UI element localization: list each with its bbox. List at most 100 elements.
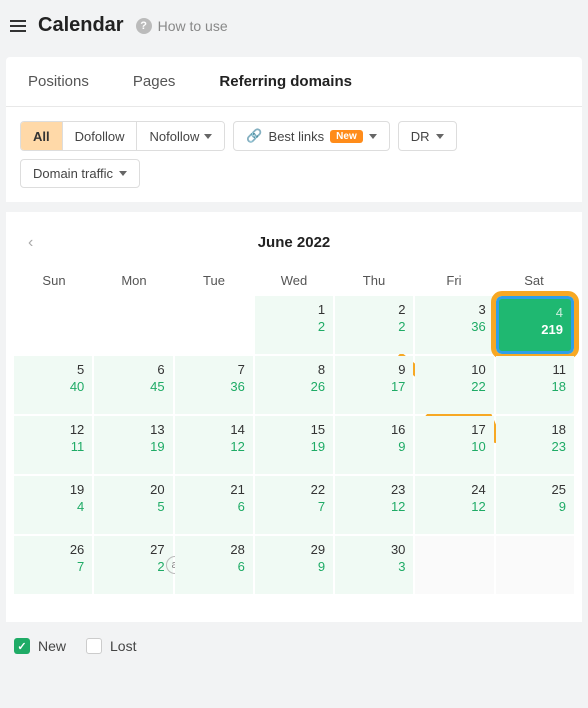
day-value: 7 bbox=[255, 499, 325, 514]
day-value: 36 bbox=[175, 379, 245, 394]
day-number: 27 bbox=[94, 542, 164, 557]
calendar-cell[interactable]: 2312 bbox=[335, 476, 413, 534]
domain-traffic-button[interactable]: Domain traffic bbox=[20, 159, 140, 188]
calendar-cell[interactable]: 22 bbox=[335, 296, 413, 354]
day-number: 19 bbox=[14, 482, 84, 497]
calendar-cell[interactable]: 1319 bbox=[94, 416, 172, 474]
dayname: Thu bbox=[334, 265, 414, 296]
menu-icon[interactable] bbox=[10, 20, 26, 32]
calendar-cell[interactable]: 540 bbox=[14, 356, 92, 414]
day-number: 25 bbox=[496, 482, 566, 497]
day-value: 9 bbox=[335, 439, 405, 454]
legend-new[interactable]: New bbox=[14, 638, 66, 654]
tabs: Positions Pages Referring domains bbox=[6, 57, 582, 107]
help-label: How to use bbox=[158, 18, 228, 34]
calendar-cell[interactable]: 736 bbox=[175, 356, 253, 414]
day-value: 12 bbox=[335, 499, 405, 514]
calendar-cell[interactable]: 169 bbox=[335, 416, 413, 474]
calendar-cell[interactable]: 227 bbox=[255, 476, 333, 534]
dayname: Tue bbox=[174, 265, 254, 296]
day-value: 9 bbox=[496, 499, 566, 514]
legend-new-label: New bbox=[38, 638, 66, 654]
calendar-cell[interactable]: 272a bbox=[94, 536, 172, 594]
dr-button[interactable]: DR bbox=[398, 121, 457, 151]
day-value: 5 bbox=[94, 499, 164, 514]
calendar-cell[interactable]: 267 bbox=[14, 536, 92, 594]
link-icon: 🔗 bbox=[246, 128, 262, 144]
day-number: 5 bbox=[14, 362, 84, 377]
day-number: 2 bbox=[335, 302, 405, 317]
calendar-cell[interactable]: 259 bbox=[496, 476, 574, 534]
filter-nofollow-label: Nofollow bbox=[149, 129, 199, 144]
day-value: 6 bbox=[175, 559, 245, 574]
legend-lost[interactable]: Lost bbox=[86, 638, 136, 654]
calendar-cell[interactable]: 303 bbox=[335, 536, 413, 594]
day-number: 16 bbox=[335, 422, 405, 437]
tab-positions[interactable]: Positions bbox=[6, 57, 111, 106]
day-value: 2 bbox=[335, 319, 405, 334]
chevron-down-icon bbox=[436, 134, 444, 139]
day-number: 29 bbox=[255, 542, 325, 557]
day-number: 9 bbox=[335, 362, 405, 377]
follow-filter-group: All Dofollow Nofollow bbox=[20, 121, 225, 151]
new-badge: New bbox=[330, 130, 363, 143]
filter-nofollow[interactable]: Nofollow bbox=[137, 122, 224, 150]
day-number: 8 bbox=[255, 362, 325, 377]
calendar-cell[interactable]: 286 bbox=[175, 536, 253, 594]
calendar-cell-empty bbox=[14, 296, 92, 354]
day-number: 22 bbox=[255, 482, 325, 497]
day-number: 15 bbox=[255, 422, 325, 437]
day-value: 10 bbox=[415, 439, 485, 454]
day-number: 28 bbox=[175, 542, 245, 557]
day-value: 36 bbox=[415, 319, 485, 334]
calendar-cell[interactable]: 299 bbox=[255, 536, 333, 594]
day-value: 23 bbox=[496, 439, 566, 454]
dayname: Fri bbox=[414, 265, 494, 296]
calendar-cell[interactable]: 2412 bbox=[415, 476, 493, 534]
checkbox-unchecked-icon bbox=[86, 638, 102, 654]
tab-pages[interactable]: Pages bbox=[111, 57, 198, 106]
day-number: 24 bbox=[415, 482, 485, 497]
filter-all[interactable]: All bbox=[21, 122, 63, 150]
calendar-cell[interactable]: 826 bbox=[255, 356, 333, 414]
dayname: Wed bbox=[254, 265, 334, 296]
calendar-cell[interactable]: 917 bbox=[335, 356, 413, 414]
day-number: 23 bbox=[335, 482, 405, 497]
chevron-down-icon bbox=[204, 134, 212, 139]
day-number: 14 bbox=[175, 422, 245, 437]
day-number: 4 bbox=[499, 305, 563, 320]
day-value: 45 bbox=[94, 379, 164, 394]
calendar-cell[interactable]: 1412 bbox=[175, 416, 253, 474]
day-value: 9 bbox=[255, 559, 325, 574]
calendar-cell[interactable]: 4219 bbox=[496, 296, 574, 354]
day-number: 21 bbox=[175, 482, 245, 497]
calendar-cell[interactable]: 1710 bbox=[415, 416, 493, 474]
legend-lost-label: Lost bbox=[110, 638, 136, 654]
day-number: 6 bbox=[94, 362, 164, 377]
page-title: Calendar bbox=[38, 14, 124, 37]
day-value: 2 bbox=[94, 559, 164, 574]
day-number: 1 bbox=[255, 302, 325, 317]
day-number: 17 bbox=[415, 422, 485, 437]
calendar-cell[interactable]: 216 bbox=[175, 476, 253, 534]
calendar-cell-empty bbox=[415, 536, 493, 594]
filter-dofollow[interactable]: Dofollow bbox=[63, 122, 138, 150]
chevron-down-icon bbox=[369, 134, 377, 139]
calendar-cell[interactable]: 1022 bbox=[415, 356, 493, 414]
day-number: 20 bbox=[94, 482, 164, 497]
calendar-cell[interactable]: 336 bbox=[415, 296, 493, 354]
calendar-cell[interactable]: 1118 bbox=[496, 356, 574, 414]
how-to-use-link[interactable]: ? How to use bbox=[136, 18, 228, 34]
best-links-button[interactable]: 🔗 Best links New bbox=[233, 121, 389, 151]
calendar-cell[interactable]: 1823 bbox=[496, 416, 574, 474]
calendar-cell[interactable]: 194 bbox=[14, 476, 92, 534]
chevron-down-icon bbox=[119, 171, 127, 176]
day-value: 3 bbox=[335, 559, 405, 574]
tab-referring-domains[interactable]: Referring domains bbox=[197, 57, 374, 106]
calendar-cell[interactable]: 645 bbox=[94, 356, 172, 414]
calendar-cell[interactable]: 1519 bbox=[255, 416, 333, 474]
calendar-cell[interactable]: 205 bbox=[94, 476, 172, 534]
calendar-cell[interactable]: 12 bbox=[255, 296, 333, 354]
calendar-cell[interactable]: 1211 bbox=[14, 416, 92, 474]
prev-month-button[interactable]: ‹ bbox=[28, 234, 33, 252]
